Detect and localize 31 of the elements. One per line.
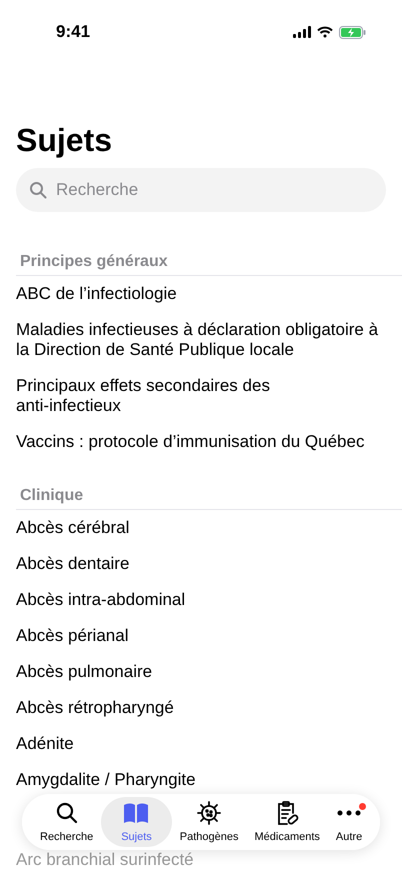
more-icon [337,810,362,816]
search-icon [29,181,47,199]
topic-link[interactable]: Principaux effets secondaires des anti-infectieux [16,376,379,416]
tab-button[interactable]: Autre [328,797,370,847]
wifi-icon [317,26,333,38]
tab-button[interactable]: Pathogènes [172,797,246,847]
virus-icon [196,800,222,826]
status-time: 9:41 [56,21,90,44]
topic-link[interactable]: Abcès cérébral [16,518,379,538]
topic-link[interactable]: Abcès périanal [16,626,379,646]
page-title: Sujets [16,121,114,160]
topic-link[interactable]: Abcès rétropharyngé [16,698,379,718]
book-icon [122,800,150,825]
topic-link[interactable]: Abcès pulmonaire [16,662,379,682]
topic-link[interactable]: ABC de l’infectiologie [16,284,379,304]
topic-link[interactable]: Abcès dentaire [16,554,379,574]
battery-charging-icon [339,26,366,38]
tab-button[interactable]: Sujets [101,797,172,847]
topic-link[interactable]: Adénite [16,734,379,754]
topic-link[interactable]: Maladies infectieuses à déclaration obligatoire à la Direction de Santé Publique locale [16,320,379,360]
clipboard-pill-icon [275,800,300,826]
topic-link[interactable]: Amygdalite / Pharyngite [16,770,379,790]
tab-button[interactable]: Médicaments [246,797,328,847]
search-icon [54,800,79,825]
search-field[interactable]: Recherche [16,168,386,212]
section-header: Clinique [20,487,84,504]
signal-icon [293,26,311,38]
topic-link[interactable]: Abcès intra-abdominal [16,590,379,610]
topic-link[interactable]: Vaccins : protocole d’immunisation du Québec [16,432,379,452]
tab-button[interactable]: Recherche [32,797,102,847]
section-header: Principes généraux [20,253,168,270]
